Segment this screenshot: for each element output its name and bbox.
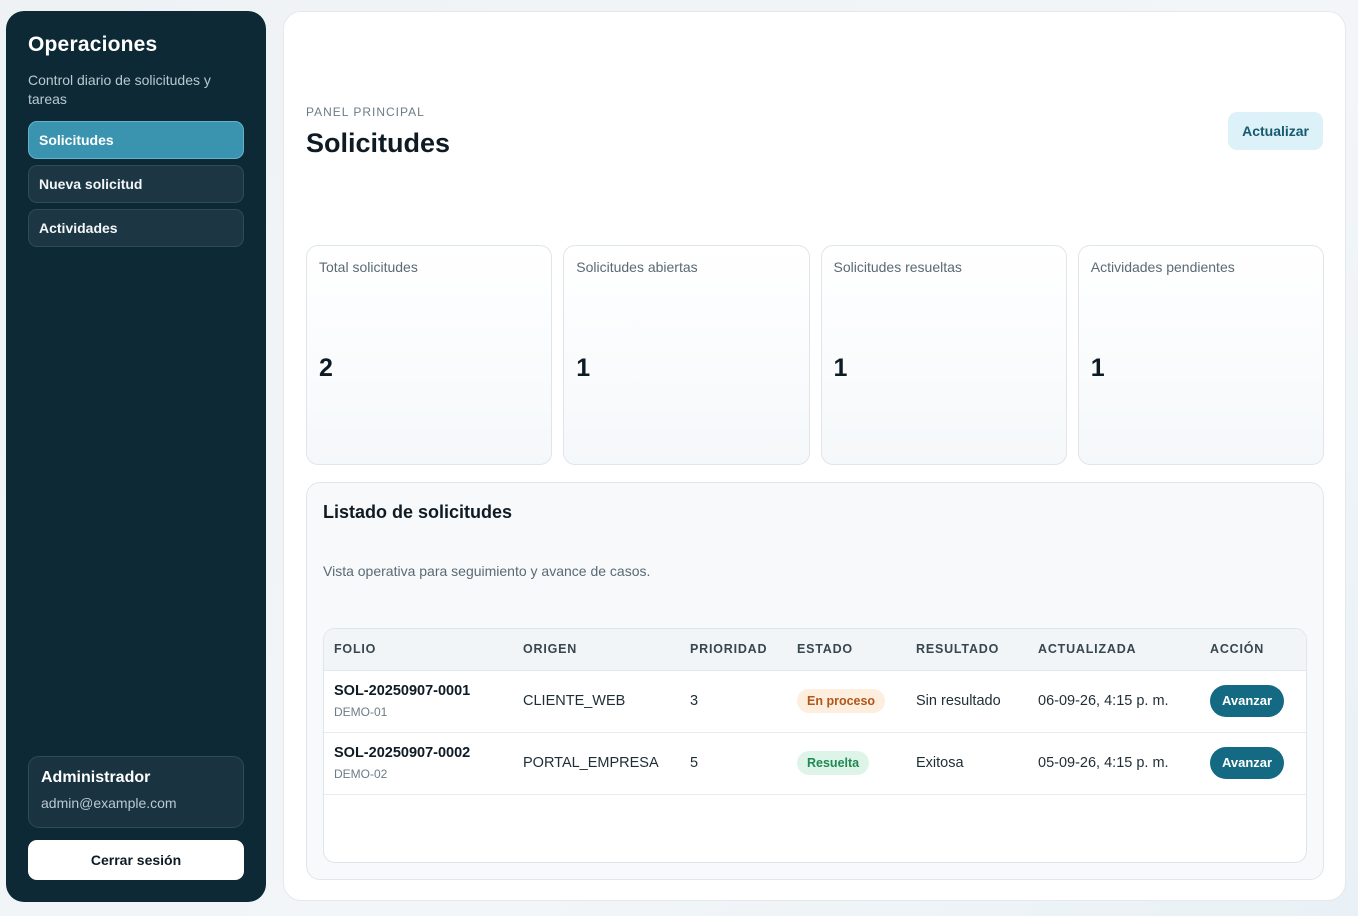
sidebar-item-nueva-solicitud[interactable]: Nueva solicitud <box>28 165 244 203</box>
cell-origen: PORTAL_EMPRESA <box>523 755 659 771</box>
stats-row: Total solicitudes 2 Solicitudes abiertas… <box>306 245 1324 465</box>
advance-button[interactable]: Avanzar <box>1210 685 1285 717</box>
stat-label: Actividades pendientes <box>1090 259 1235 275</box>
stat-card-resueltas: Solicitudes resueltas 1 <box>820 245 1067 465</box>
stat-label: Solicitudes abiertas <box>576 259 698 275</box>
column-header-actualizada: ACTUALIZADA <box>1028 629 1200 671</box>
list-title: Listado de solicitudes <box>323 502 513 522</box>
table-row: SOL-20250907-0002 DEMO-02 PORTAL_EMPRESA… <box>324 732 1306 794</box>
status-badge: Resuelta <box>797 751 870 775</box>
refresh-button[interactable]: Actualizar <box>1228 112 1323 150</box>
cell-folio: SOL-20250907-0002 DEMO-02 <box>324 732 513 794</box>
cell-actualizada: 06-09-26, 4:15 p. m. <box>1038 693 1169 709</box>
cell-resultado: Sin resultado <box>916 693 1001 709</box>
stat-card-abiertas: Solicitudes abiertas 1 <box>563 245 810 465</box>
requests-table-wrapper: FOLIO ORIGEN PRIORIDAD ESTADO RESULTADO … <box>323 628 1307 863</box>
cell-actualizada: 05-09-26, 4:15 p. m. <box>1038 755 1169 771</box>
status-badge: En proceso <box>797 689 886 713</box>
sidebar-subtitle: Control diario de solicitudes y tareas <box>28 72 211 107</box>
folio-id: SOL-20250907-0001 <box>334 683 471 699</box>
cell-folio: SOL-20250907-0001 DEMO-01 <box>324 670 513 732</box>
cell-resultado: Exitosa <box>916 755 964 771</box>
table-row: SOL-20250907-0001 DEMO-01 CLIENTE_WEB 3 … <box>324 670 1306 732</box>
cell-accion: Avanzar <box>1200 670 1306 732</box>
list-subtitle: Vista operativa para seguimiento y avanc… <box>323 563 651 579</box>
stat-value: 1 <box>833 354 848 382</box>
column-header-resultado: RESULTADO <box>906 629 1028 671</box>
cell-prioridad: 3 <box>690 693 699 709</box>
user-email: admin@example.com <box>41 795 177 811</box>
cell-origen: CLIENTE_WEB <box>523 693 626 709</box>
user-name: Administrador <box>41 769 151 786</box>
folio-id: SOL-20250907-0002 <box>334 745 471 761</box>
advance-button[interactable]: Avanzar <box>1210 747 1285 779</box>
cell-accion: Avanzar <box>1200 732 1306 794</box>
sidebar-title: Operaciones <box>28 33 158 56</box>
user-card: Administrador admin@example.com <box>28 756 244 828</box>
column-header-origen: ORIGEN <box>513 629 680 671</box>
requests-list-panel: Listado de solicitudes Vista operativa p… <box>306 482 1324 880</box>
column-header-prioridad: PRIORIDAD <box>680 629 787 671</box>
column-header-estado: ESTADO <box>787 629 906 671</box>
cell-estado: Resuelta <box>787 732 906 794</box>
folio-code: DEMO-01 <box>334 705 388 719</box>
sidebar-item-actividades[interactable]: Actividades <box>28 209 244 247</box>
logout-button[interactable]: Cerrar sesión <box>28 840 244 880</box>
main-panel: PANEL PRINCIPAL Solicitudes Actualizar T… <box>283 11 1346 901</box>
page-title: Solicitudes <box>306 128 451 158</box>
stat-label: Total solicitudes <box>319 259 418 275</box>
stat-value: 1 <box>576 354 591 382</box>
folio-code: DEMO-02 <box>334 767 388 781</box>
table-header-row: FOLIO ORIGEN PRIORIDAD ESTADO RESULTADO … <box>324 629 1306 671</box>
cell-prioridad: 5 <box>690 755 699 771</box>
sidebar: Operaciones Control diario de solicitude… <box>6 11 266 902</box>
column-header-folio: FOLIO <box>324 629 513 671</box>
requests-table: FOLIO ORIGEN PRIORIDAD ESTADO RESULTADO … <box>324 629 1306 795</box>
stat-value: 2 <box>319 354 333 382</box>
stat-value: 1 <box>1090 354 1105 382</box>
app-root: Operaciones Control diario de solicitude… <box>0 0 1358 916</box>
stat-card-actividades: Actividades pendientes 1 <box>1077 245 1324 465</box>
cell-estado: En proceso <box>787 670 906 732</box>
sidebar-item-solicitudes[interactable]: Solicitudes <box>28 121 244 159</box>
stat-label: Solicitudes resueltas <box>833 259 962 275</box>
page-eyebrow: PANEL PRINCIPAL <box>306 105 425 119</box>
column-header-accion: ACCIÓN <box>1200 629 1306 671</box>
stat-card-total: Total solicitudes 2 <box>306 245 553 465</box>
